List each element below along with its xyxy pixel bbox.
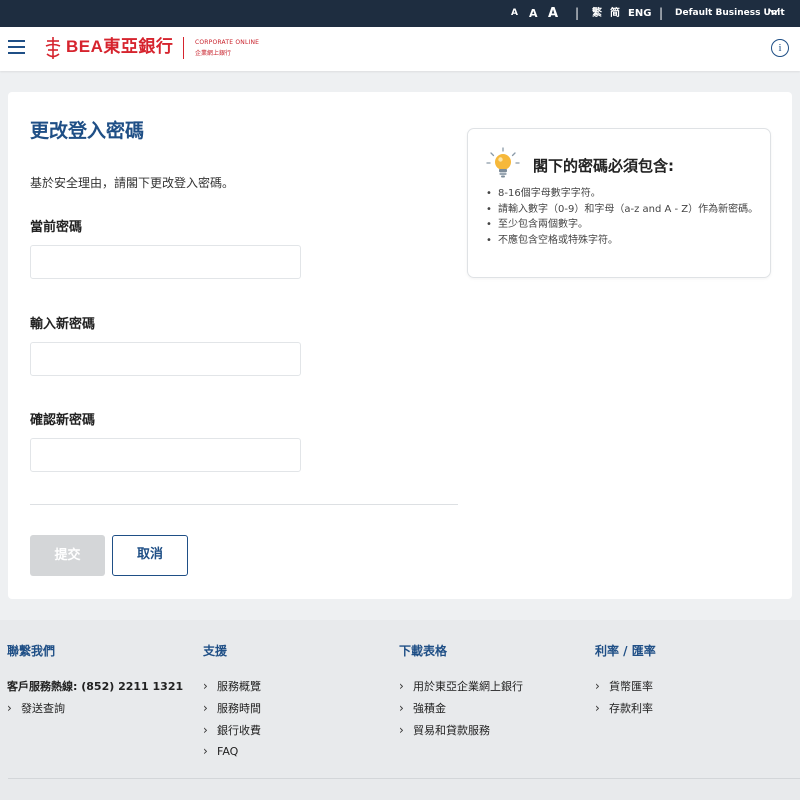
footer-link-enquiry[interactable]: › 發送查詢	[7, 700, 65, 716]
password-rules-title: 閣下的密碼必須包含:	[533, 157, 674, 175]
submit-button[interactable]: 提交	[30, 535, 105, 576]
footer-link-service-overview[interactable]: › 服務概覽	[203, 678, 261, 694]
utility-separator: |	[659, 6, 664, 20]
footer-link-service-hours[interactable]: › 服務時間	[203, 700, 261, 716]
confirm-password-label: 確認新密碼	[30, 413, 96, 428]
lang-english-button[interactable]: ENG	[628, 0, 651, 27]
info-icon[interactable]: i	[771, 39, 789, 57]
password-rule-item: 至少包含兩個數字。	[482, 217, 767, 233]
chevron-right-icon: ›	[399, 679, 404, 693]
current-password-label: 當前密碼	[30, 220, 83, 235]
font-size-large-button[interactable]: A	[548, 0, 558, 27]
lightbulb-icon	[486, 147, 520, 178]
page-title: 更改登入密碼	[30, 120, 145, 142]
chevron-right-icon: ›	[399, 723, 404, 737]
site-header: BEA東亞銀行 CORPORATE ONLINE 企業網上銀行 i	[0, 27, 800, 71]
footer-link-deposit-rates[interactable]: › 存款利率	[595, 700, 653, 716]
bea-logo-icon	[45, 37, 61, 59]
logo-divider	[183, 37, 184, 59]
password-rules-box: 閣下的密碼必須包含: 8-16個字母數字字符。 請輸入數字（0-9）和字母（a-…	[467, 128, 771, 278]
chevron-down-icon[interactable]	[768, 8, 780, 16]
chevron-right-icon: ›	[203, 701, 208, 715]
new-password-label: 輸入新密碼	[30, 317, 96, 332]
current-password-input[interactable]	[30, 245, 301, 279]
utility-separator: |	[575, 6, 580, 20]
site-footer: 聯繫我們 客戶服務熱線: (852) 2211 1321 › 發送查詢 支援 › 服…	[0, 620, 800, 800]
form-divider	[30, 504, 458, 505]
lang-simplified-button[interactable]: 简	[610, 0, 620, 27]
utility-bar: A A A | 繁 简 ENG | Default Business Unit	[0, 0, 800, 27]
chevron-right-icon: ›	[399, 701, 404, 715]
hamburger-icon[interactable]	[8, 40, 25, 55]
new-password-input[interactable]	[30, 342, 301, 376]
password-rule-item: 不應包含空格或特殊字符。	[482, 233, 767, 249]
hotline-text: 客戶服務熱線: (852) 2211 1321	[7, 680, 184, 693]
chevron-right-icon: ›	[7, 701, 12, 715]
font-size-medium-button[interactable]: A	[529, 0, 538, 27]
footer-link-corporate-online[interactable]: › 用於東亞企業網上銀行	[399, 678, 523, 694]
chevron-right-icon: ›	[595, 701, 600, 715]
password-rule-item: 請輸入數字（0-9）和字母（a-z and A - Z）作為新密碼。	[482, 202, 767, 218]
chevron-right-icon: ›	[203, 744, 208, 758]
footer-link-trade-loans[interactable]: › 貿易和貸款服務	[399, 722, 490, 738]
password-rule-item: 8-16個字母數字字符。	[482, 186, 767, 202]
footer-divider	[8, 778, 800, 779]
chevron-right-icon: ›	[203, 723, 208, 737]
footer-link-faq[interactable]: › FAQ	[203, 744, 238, 758]
chevron-right-icon: ›	[595, 679, 600, 693]
footer-link-mpf[interactable]: › 強積金	[399, 700, 446, 716]
intro-text: 基於安全理由，請閣下更改登入密碼。	[30, 176, 235, 190]
change-password-card: 更改登入密碼 基於安全理由，請閣下更改登入密碼。 當前密碼 輸入新密碼 確認新密…	[8, 92, 792, 599]
lang-traditional-button[interactable]: 繁	[592, 0, 602, 27]
corporate-online-label-zh: 企業網上銀行	[195, 50, 232, 57]
footer-link-fx-rates[interactable]: › 貨幣匯率	[595, 678, 653, 694]
footer-link-bank-charges[interactable]: › 銀行收費	[203, 722, 261, 738]
password-rules-list: 8-16個字母數字字符。 請輸入數字（0-9）和字母（a-z and A - Z…	[482, 186, 767, 248]
corporate-online-label: CORPORATE ONLINE	[195, 39, 260, 46]
footer-downloads-heading: 下載表格	[399, 644, 448, 658]
bank-logo-text: BEA東亞銀行	[66, 37, 174, 56]
chevron-right-icon: ›	[203, 679, 208, 693]
footer-support-heading: 支援	[203, 644, 228, 658]
cancel-button[interactable]: 取消	[112, 535, 188, 576]
footer-rates-heading: 利率 / 匯率	[595, 644, 656, 658]
font-size-small-button[interactable]: A	[511, 0, 518, 27]
confirm-password-input[interactable]	[30, 438, 301, 472]
footer-contact-heading: 聯繫我們	[7, 644, 56, 658]
